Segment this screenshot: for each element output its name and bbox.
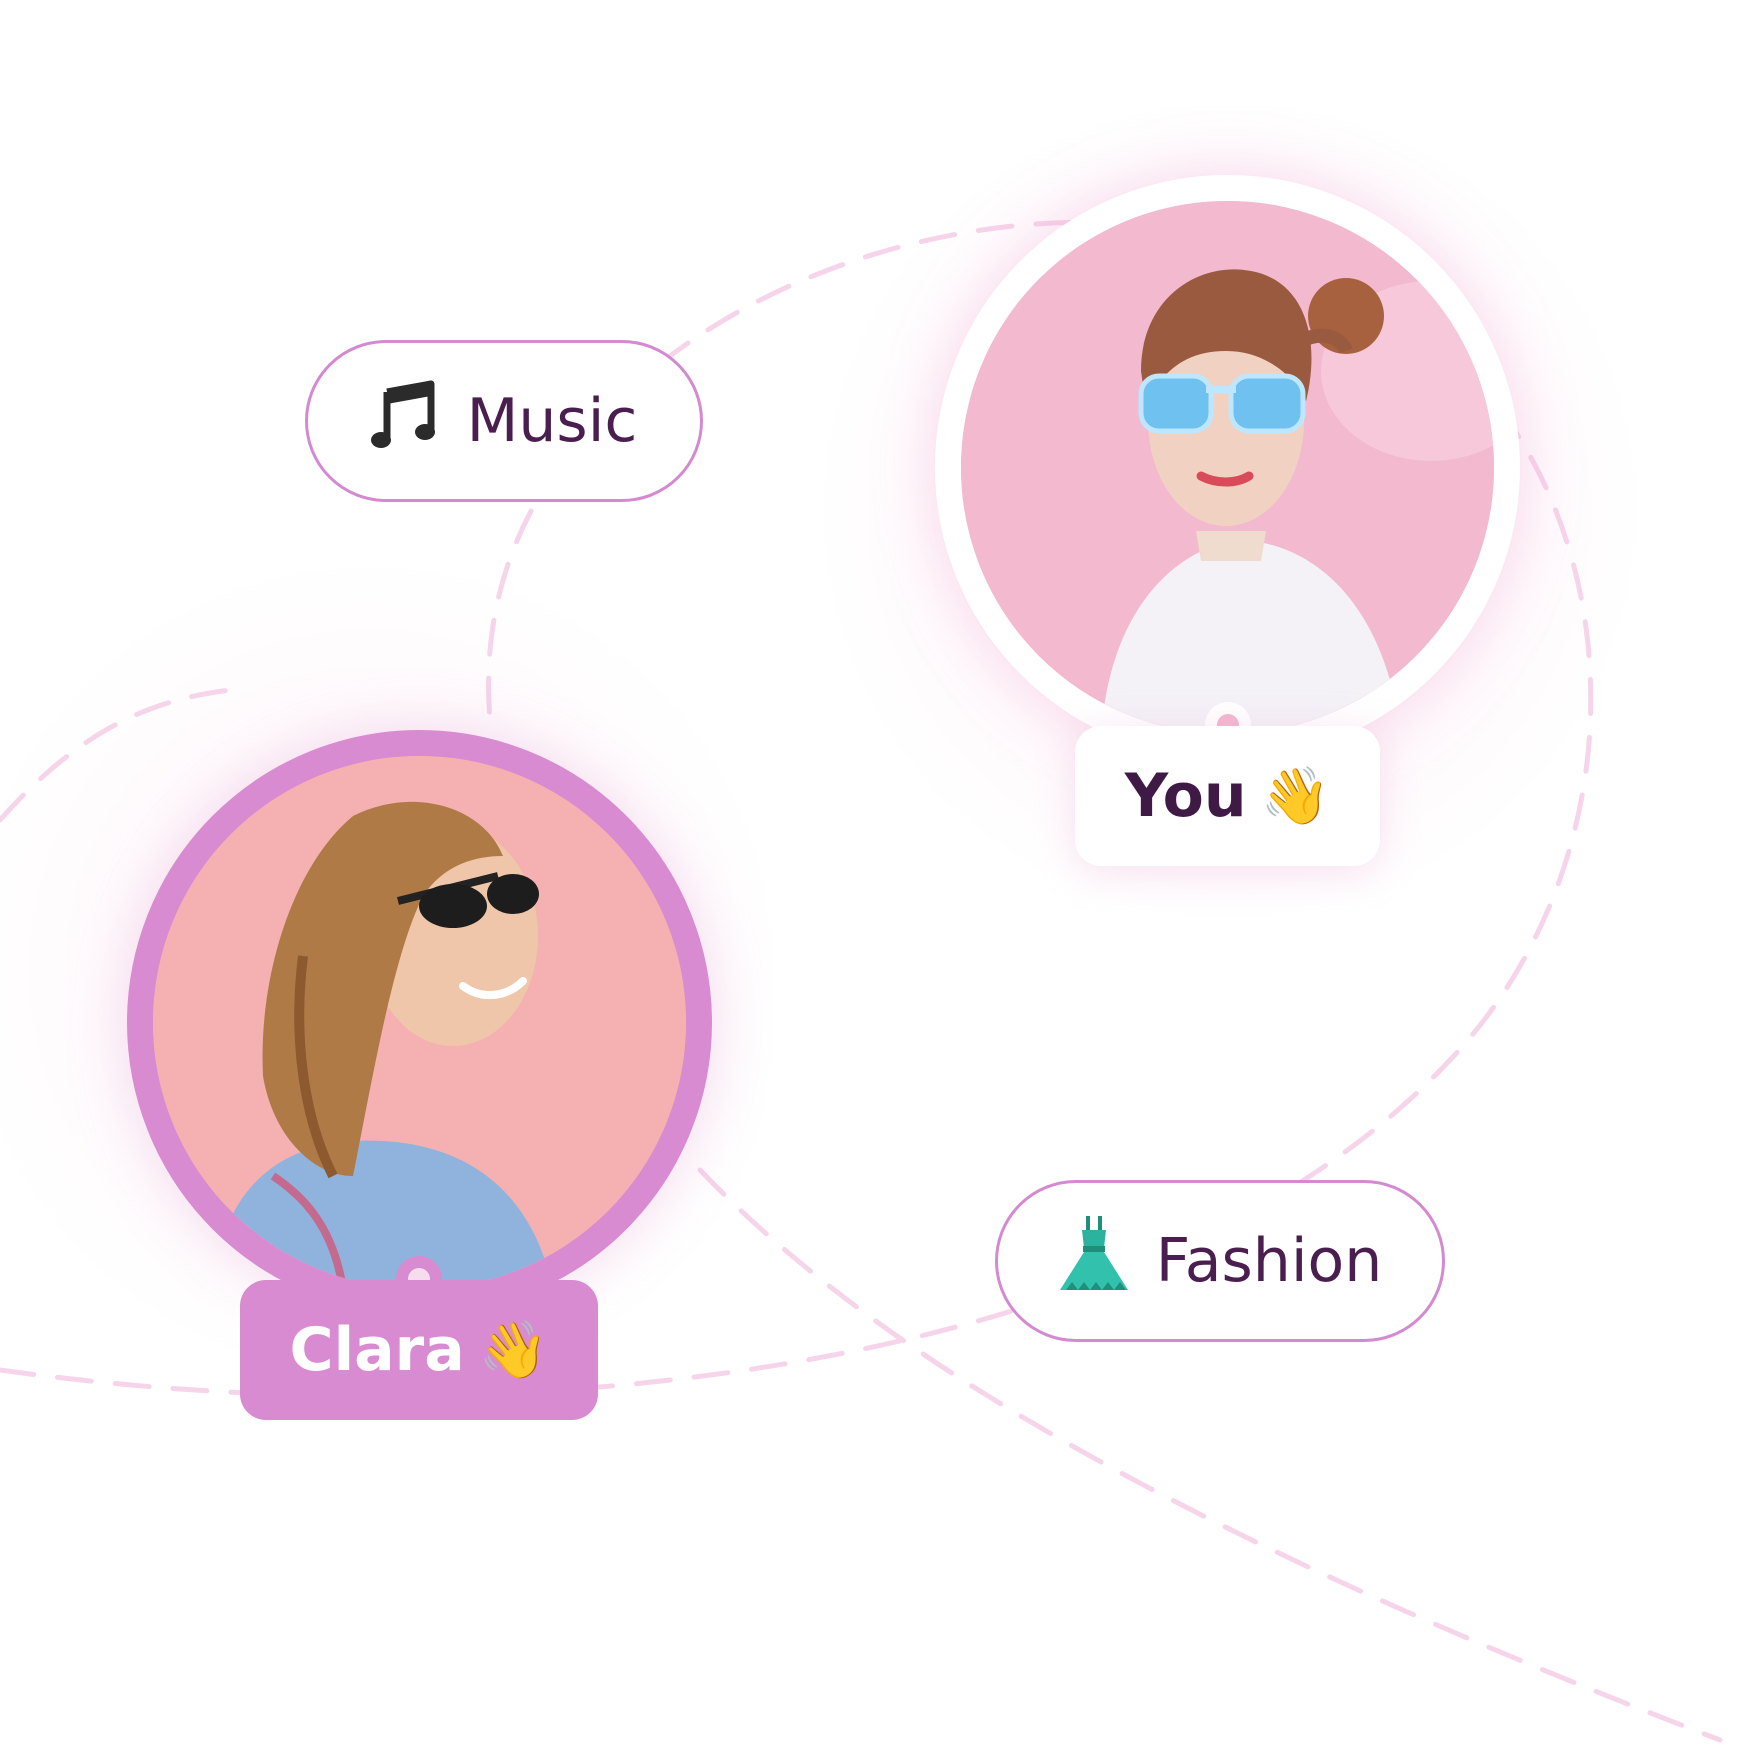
waving-hand-icon: 👋 — [1260, 764, 1331, 829]
clara-photo — [153, 756, 686, 1289]
clara-name-tag[interactable]: Clara 👋 — [240, 1280, 598, 1420]
music-chip[interactable]: Music — [305, 340, 703, 502]
fashion-chip[interactable]: Fashion — [995, 1180, 1445, 1342]
dashed-arc-left — [0, 687, 233, 823]
clara-name-label: Clara — [289, 1315, 465, 1385]
you-name-tag[interactable]: You 👋 — [1075, 726, 1380, 866]
you-photo — [961, 201, 1494, 734]
waving-hand-icon: 👋 — [478, 1318, 549, 1383]
music-chip-label: Music — [466, 386, 638, 456]
music-note-icon — [370, 378, 441, 465]
interest-match-illustration: Music Fashion You 👋 Clara 👋 — [0, 0, 1764, 1750]
dress-icon — [1058, 1214, 1130, 1309]
clara-avatar[interactable] — [127, 730, 712, 1315]
you-name-label: You — [1124, 761, 1247, 831]
fashion-chip-label: Fashion — [1155, 1226, 1383, 1296]
you-avatar[interactable] — [935, 175, 1520, 760]
